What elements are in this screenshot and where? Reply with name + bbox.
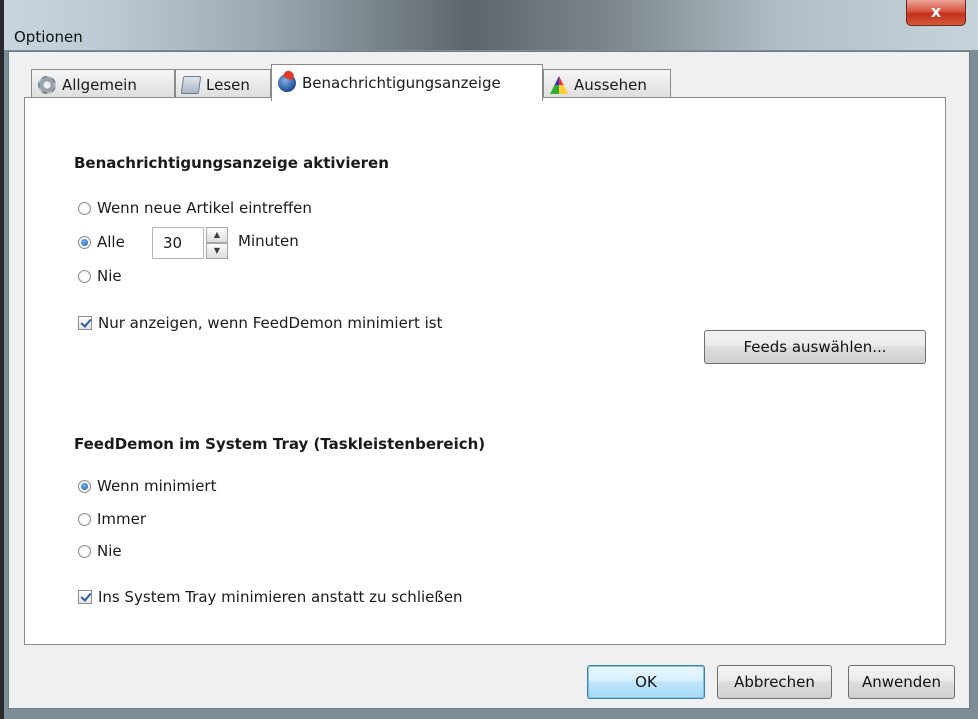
options-dialog: Optionen x Allgemein Lesen Benachrichtig… (0, 0, 978, 719)
interval-input[interactable]: 30 (152, 227, 204, 259)
tray-heading: FeedDemon im System Tray (Taskleistenber… (74, 435, 486, 453)
radio-tray-minimized[interactable]: Wenn minimiert (78, 477, 216, 495)
radio-label: Wenn minimiert (97, 477, 217, 495)
radio-new-articles[interactable]: Wenn neue Artikel eintreffen (78, 199, 312, 217)
cancel-button[interactable]: Abbrechen (717, 665, 832, 699)
radio-never-notify[interactable]: Nie (78, 267, 122, 285)
checkbox[interactable] (78, 316, 92, 330)
radio-button[interactable] (78, 269, 91, 283)
spin-down-button[interactable]: ▼ (206, 243, 228, 259)
radio-button-selected[interactable] (78, 479, 91, 493)
interval-spinner: ▲ ▼ (206, 227, 228, 259)
radio-button[interactable] (78, 544, 91, 558)
checkbox[interactable] (78, 590, 92, 604)
spin-up-button[interactable]: ▲ (206, 227, 228, 243)
radio-button-selected[interactable] (78, 235, 91, 249)
radio-label: Wenn neue Artikel eintreffen (97, 199, 312, 217)
select-feeds-button[interactable]: Feeds auswählen... (704, 330, 926, 364)
ok-button[interactable]: OK (587, 665, 705, 699)
radio-label: Nie (97, 542, 122, 560)
radio-label: Nie (97, 267, 122, 285)
radio-label: Alle (97, 233, 125, 251)
checkbox-only-minimized[interactable]: Nur anzeigen, wenn FeedDemon minimiert i… (78, 314, 442, 332)
checkbox-label: Ins System Tray minimieren anstatt zu sc… (98, 588, 463, 606)
radio-label: Immer (97, 510, 147, 528)
radio-button[interactable] (78, 201, 91, 215)
radio-tray-never[interactable]: Nie (78, 542, 122, 560)
checkbox-minimize-to-tray[interactable]: Ins System Tray minimieren anstatt zu sc… (78, 588, 463, 606)
radio-every[interactable]: Alle (78, 233, 125, 251)
radio-tray-always[interactable]: Immer (78, 510, 146, 528)
notification-heading: Benachrichtigungsanzeige aktivieren (74, 154, 389, 172)
checkbox-label: Nur anzeigen, wenn FeedDemon minimiert i… (98, 314, 443, 332)
radio-button[interactable] (78, 512, 91, 526)
interval-unit-label: Minuten (238, 232, 299, 250)
apply-button[interactable]: Anwenden (848, 665, 955, 699)
